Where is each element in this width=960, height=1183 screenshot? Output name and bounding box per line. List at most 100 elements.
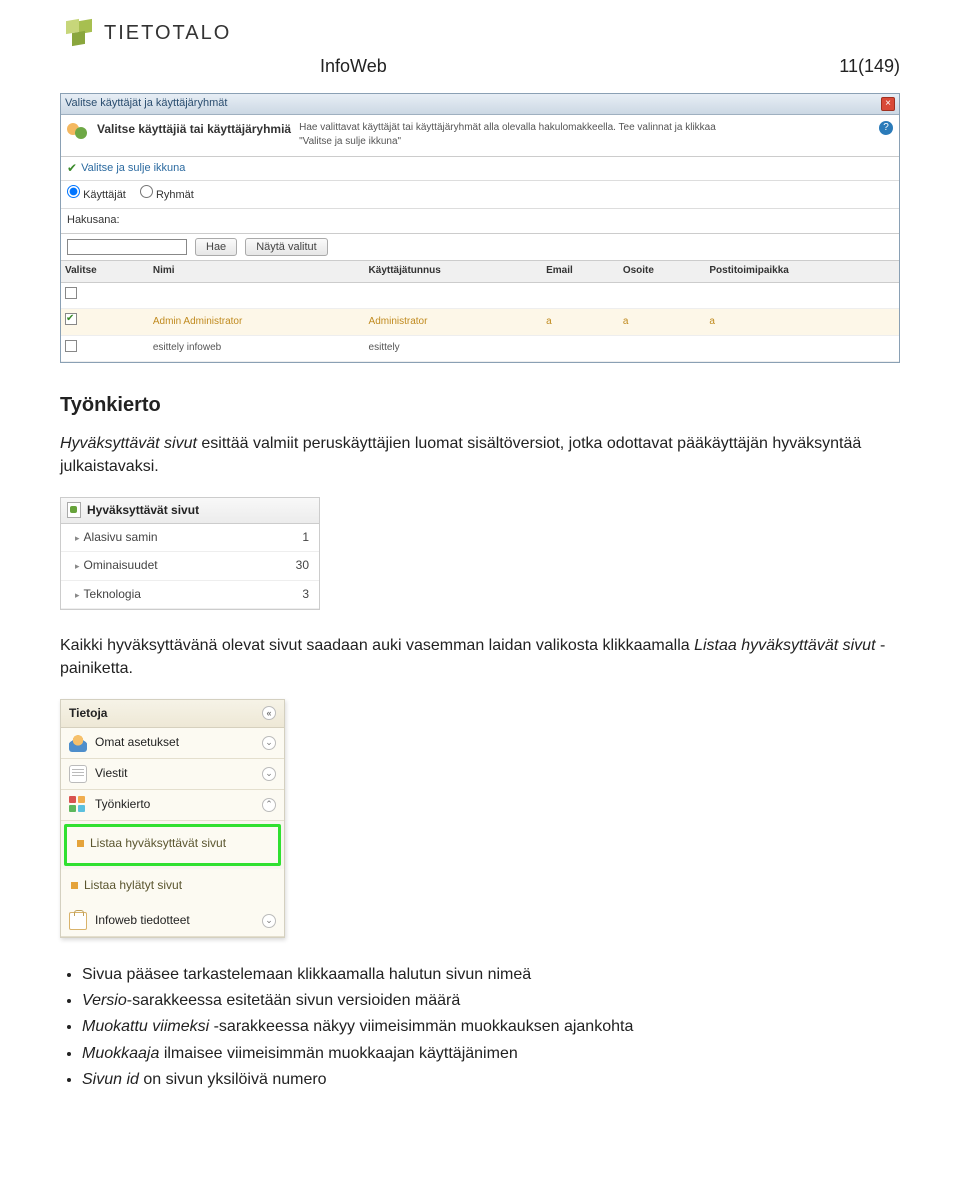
col-name: Nimi [149, 261, 365, 282]
para2-term: Listaa hyväksyttävät sivut [694, 637, 875, 654]
widget-row-count: 30 [296, 557, 309, 574]
user-picker-dialog: Valitse käyttäjät ja käyttäjäryhmät × Va… [60, 93, 900, 363]
list-item: Sivun id on sivun yksilöivä numero [82, 1069, 900, 1091]
envelope-icon [69, 765, 87, 783]
list-item: Muokattu viimeksi -sarakkeessa näkyy vii… [82, 1016, 900, 1038]
brand-logo-icon [64, 18, 94, 48]
bullet-icon [77, 840, 84, 847]
results-table: Valitse Nimi Käyttäjätunnus Email Osoite… [61, 261, 899, 362]
bullet-text: on sivun yksilöivä numero [139, 1071, 327, 1088]
bullet-term: Sivun id [82, 1071, 139, 1088]
dialog-titlebar: Valitse käyttäjät ja käyttäjäryhmät [65, 96, 227, 112]
radio-users-label: Käyttäjät [83, 189, 126, 201]
cell-name: Admin Administrator [149, 309, 365, 336]
widget-row-count: 1 [302, 529, 309, 546]
bullet-icon [71, 882, 78, 889]
radio-users[interactable]: Käyttäjät [67, 185, 126, 204]
dialog-heading: Valitse käyttäjiä tai käyttäjäryhmiä [97, 121, 291, 138]
col-address: Osoite [619, 261, 706, 282]
cell-city [705, 335, 899, 362]
panel-item-news[interactable]: Infoweb tiedotteet ⌄ [61, 906, 284, 937]
search-input[interactable] [67, 239, 187, 255]
table-row[interactable] [61, 282, 899, 309]
user-icon [69, 734, 87, 752]
widget-title: Hyväksyttävät sivut [87, 502, 199, 519]
paragraph-2: Kaikki hyväksyttävänä olevat sivut saada… [60, 634, 900, 680]
widget-row-count: 3 [302, 586, 309, 603]
list-item: Sivua pääsee tarkastelemaan klikkaamalla… [82, 964, 900, 986]
dialog-subtext: Hae valittavat käyttäjät tai käyttäjäryh… [299, 121, 719, 150]
panel-item-label: Työnkierto [95, 796, 150, 813]
bullet-term: Muokattu viimeksi [82, 1018, 209, 1035]
chevron-down-icon[interactable]: ⌄ [262, 767, 276, 781]
panel-item-label: Omat asetukset [95, 734, 179, 751]
search-label: Hakusana: [67, 213, 120, 229]
section-heading: Työnkierto [60, 391, 900, 420]
row-checkbox[interactable] [65, 313, 77, 325]
document-icon [67, 502, 81, 518]
widget-row[interactable]: ▸ Ominaisuudet 30 [61, 552, 319, 580]
bullet-term: Muokkaaja [82, 1045, 159, 1062]
sub-item-label: Listaa hylätyt sivut [84, 877, 182, 894]
col-city: Postitoimipaikka [705, 261, 899, 282]
col-email: Email [542, 261, 619, 282]
panel-title: Tietoja [69, 705, 107, 722]
show-selected-button[interactable]: Näytä valitut [245, 238, 328, 256]
help-icon[interactable]: ? [879, 121, 893, 135]
widget-row[interactable]: ▸Teknologia 3 [61, 581, 319, 609]
brand-name: TIETOTALO [104, 22, 231, 45]
document-page-number: 11(149) [839, 56, 900, 77]
collapse-icon[interactable]: « [262, 706, 276, 720]
chevron-down-icon[interactable]: ⌄ [262, 914, 276, 928]
table-row[interactable]: esittely infoweb esittely [61, 335, 899, 362]
approve-pages-widget: Hyväksyttävät sivut ▸Alasivu samin 1 ▸Om… [60, 497, 320, 611]
triangle-icon: ▸ [75, 590, 80, 600]
info-sidebar-panel: Tietoja « Omat asetukset ⌄ Viestit ⌄ Työ… [60, 699, 285, 938]
list-item: Versio-sarakkeessa esitetään sivun versi… [82, 990, 900, 1012]
highlighted-subitem: Listaa hyväksyttävät sivut [64, 824, 281, 866]
panel-item-settings[interactable]: Omat asetukset ⌄ [61, 728, 284, 759]
panel-item-messages[interactable]: Viestit ⌄ [61, 759, 284, 790]
table-row[interactable]: Admin Administrator Administrator a a a [61, 309, 899, 336]
clipboard-icon [69, 912, 87, 930]
row-checkbox[interactable] [65, 287, 77, 299]
widget-row[interactable]: ▸Alasivu samin 1 [61, 524, 319, 552]
row-checkbox[interactable] [65, 340, 77, 352]
cell-name: esittely infoweb [149, 335, 365, 362]
close-icon[interactable]: × [881, 97, 895, 111]
workflow-icon [69, 796, 87, 814]
list-rejected-pages[interactable]: Listaa hylätyt sivut [69, 874, 278, 897]
bullet-text: Sivua pääsee tarkastelemaan klikkaamalla… [82, 966, 531, 983]
para2-a: Kaikki hyväksyttävänä olevat sivut saada… [60, 637, 694, 654]
cell-email [542, 335, 619, 362]
cell-email: a [542, 309, 619, 336]
cell-addr: a [619, 309, 706, 336]
document-header: InfoWeb 11(149) [60, 50, 900, 85]
bullet-text: -sarakkeessa näkyy viimeisimmän muokkauk… [209, 1018, 633, 1035]
users-icon [67, 121, 89, 143]
cell-user: Administrator [365, 309, 543, 336]
triangle-icon: ▸ [75, 561, 80, 571]
panel-item-label: Infoweb tiedotteet [95, 912, 190, 929]
check-icon: ✔ [67, 160, 77, 177]
col-user: Käyttäjätunnus [365, 261, 543, 282]
list-approve-pages[interactable]: Listaa hyväksyttävät sivut [75, 832, 272, 855]
cell-city: a [705, 309, 899, 336]
bullet-text: ilmaisee viimeisimmän muokkaajan käyttäj… [159, 1045, 517, 1062]
bullet-text: -sarakkeessa esitetään sivun versioiden … [127, 992, 461, 1009]
paragraph-1: Hyväksyttävät sivut esittää valmiit peru… [60, 432, 900, 478]
cell-user: esittely [365, 335, 543, 362]
bullet-term: Versio [82, 992, 127, 1009]
chevron-down-icon[interactable]: ⌄ [262, 736, 276, 750]
widget-row-name: Ominaisuudet [84, 558, 158, 572]
para1-term: Hyväksyttävät sivut [60, 435, 197, 452]
list-item: Muokkaaja ilmaisee viimeisimmän muokkaaj… [82, 1043, 900, 1065]
select-and-close-link[interactable]: Valitse ja sulje ikkuna [81, 161, 185, 177]
col-select: Valitse [61, 261, 149, 282]
radio-groups[interactable]: Ryhmät [140, 185, 194, 204]
widget-row-name: Alasivu samin [84, 530, 158, 544]
panel-item-workflow[interactable]: Työnkierto ⌃ [61, 790, 284, 821]
chevron-up-icon[interactable]: ⌃ [262, 798, 276, 812]
search-button[interactable]: Hae [195, 238, 237, 256]
sub-item-label: Listaa hyväksyttävät sivut [90, 835, 226, 852]
